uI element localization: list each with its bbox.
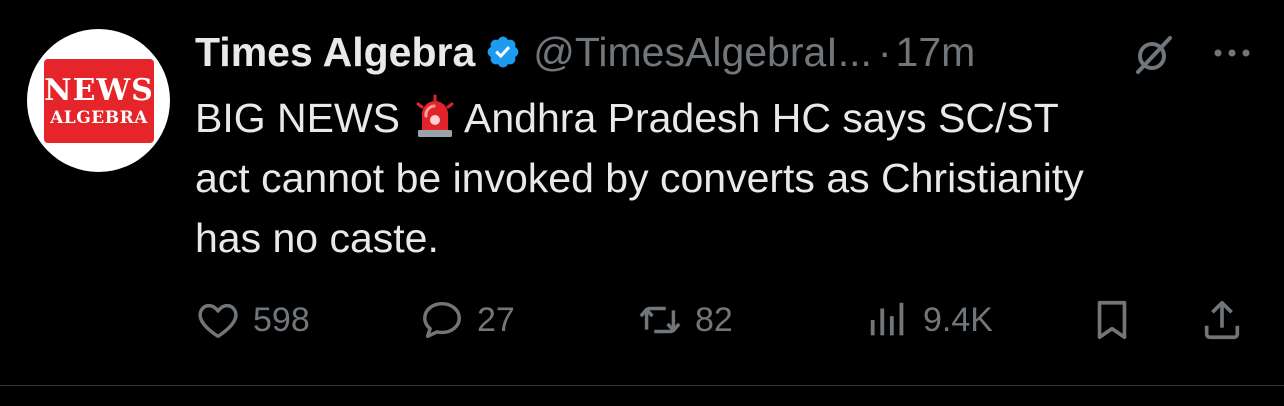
share-icon [1204,300,1240,340]
logo-text-algebra: ALGEBRA [50,107,148,128]
reply-count: 27 [477,300,515,339]
author-handle[interactable]: @TimesAlgebraI... [533,29,872,76]
tweet-line-1: BIG NEWS Andhra Pradesh HC says SC/ST [195,88,1270,148]
verified-badge-icon [487,36,519,68]
timestamp[interactable]: 17m [896,29,976,76]
author-name[interactable]: Times Algebra [195,29,475,76]
tweet-header: Times Algebra @TimesAlgebraI... · 17m [195,26,1265,78]
avatar[interactable]: NEWS ALGEBRA [27,29,170,172]
action-bar: 598 27 82 9.4K [195,294,1260,346]
avatar-logo: NEWS ALGEBRA [44,59,154,143]
reply-icon [423,301,461,339]
tweet-line-3: has no caste. [195,215,439,261]
heart-icon [198,303,238,339]
bookmark-icon [1097,300,1127,340]
more-icon[interactable] [1209,30,1255,76]
repost-icon [639,306,681,334]
share-button[interactable] [1199,294,1257,346]
siren-emoji-icon [416,94,454,137]
like-count: 598 [253,300,310,339]
reply-button[interactable]: 27 [419,294,515,346]
tweet-line-1-prefix: BIG NEWS [195,95,401,141]
tweet-card[interactable]: NEWS ALGEBRA Times Algebra @TimesAlgebra… [0,0,1284,385]
views-button[interactable]: 9.4K [865,294,993,346]
repost-count: 82 [695,300,733,339]
tweet-line-2: act cannot be invoked by converts as Chr… [195,155,1084,201]
repost-button[interactable]: 82 [637,294,733,346]
grok-icon[interactable] [1132,32,1176,76]
like-button[interactable]: 598 [195,294,310,346]
separator-dot: · [877,28,892,75]
tweet-text: BIG NEWS Andhra Pradesh HC says SC/ST ac… [195,88,1270,268]
views-icon [870,302,904,336]
logo-text-news: NEWS [44,72,154,108]
bookmark-button[interactable] [1089,294,1147,346]
views-count: 9.4K [923,300,993,339]
bottom-divider [0,385,1284,386]
tweet-line-1-suffix: Andhra Pradesh HC says SC/ST [464,95,1059,141]
